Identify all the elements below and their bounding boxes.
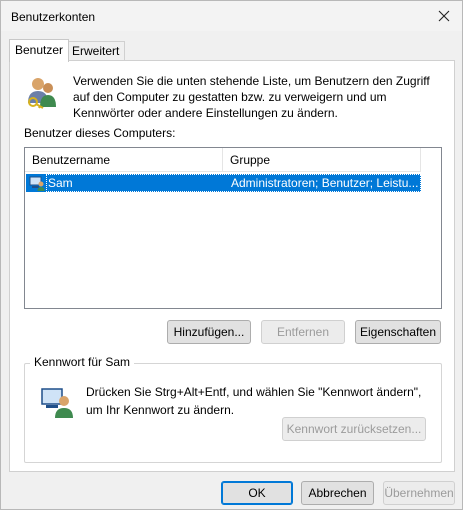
user-password-icon <box>41 388 73 418</box>
users-list[interactable]: Benutzername Gruppe Sam Administratoren;… <box>24 147 442 309</box>
row-focus-rect <box>46 174 421 192</box>
user-accounts-window: Benutzerkonten Benutzer Erweitert Verwen… <box>0 0 463 510</box>
close-button[interactable] <box>432 5 456 27</box>
close-icon <box>438 10 450 22</box>
ok-button[interactable]: OK <box>221 481 293 505</box>
cancel-button[interactable]: Abbrechen <box>301 481 374 505</box>
add-user-button[interactable]: Hinzufügen... <box>167 320 251 344</box>
column-header-group[interactable]: Gruppe <box>223 148 421 172</box>
column-header-username[interactable]: Benutzername <box>25 148 223 172</box>
password-groupbox-title: Kennwort für Sam <box>30 355 135 369</box>
window-title: Benutzerkonten <box>11 10 96 24</box>
intro-text: Verwenden Sie die unten stehende Liste, … <box>73 74 430 120</box>
users-keys-icon <box>28 78 56 109</box>
properties-button[interactable]: Eigenschaften <box>355 320 441 344</box>
password-instructions: Drücken Sie Strg+Alt+Entf, und wählen Si… <box>86 385 422 417</box>
users-list-header: Benutzername Gruppe <box>25 148 421 172</box>
user-row-icon <box>29 176 45 191</box>
users-list-label: Benutzer dieses Computers: <box>24 126 176 140</box>
tab-erweitert[interactable]: Erweitert <box>66 41 126 61</box>
tab-panel-benutzer: Verwenden Sie die unten stehende Liste, … <box>9 60 455 472</box>
apply-button[interactable]: Übernehmen <box>383 481 455 505</box>
table-row[interactable]: Sam Administratoren; Benutzer; Leistu... <box>26 174 421 192</box>
reset-password-button[interactable]: Kennwort zurücksetzen... <box>282 417 426 441</box>
tab-strip: Benutzer Erweitert <box>9 39 455 62</box>
title-bar: Benutzerkonten <box>1 1 462 31</box>
tab-benutzer[interactable]: Benutzer <box>9 39 70 62</box>
remove-user-button[interactable]: Entfernen <box>261 320 345 344</box>
